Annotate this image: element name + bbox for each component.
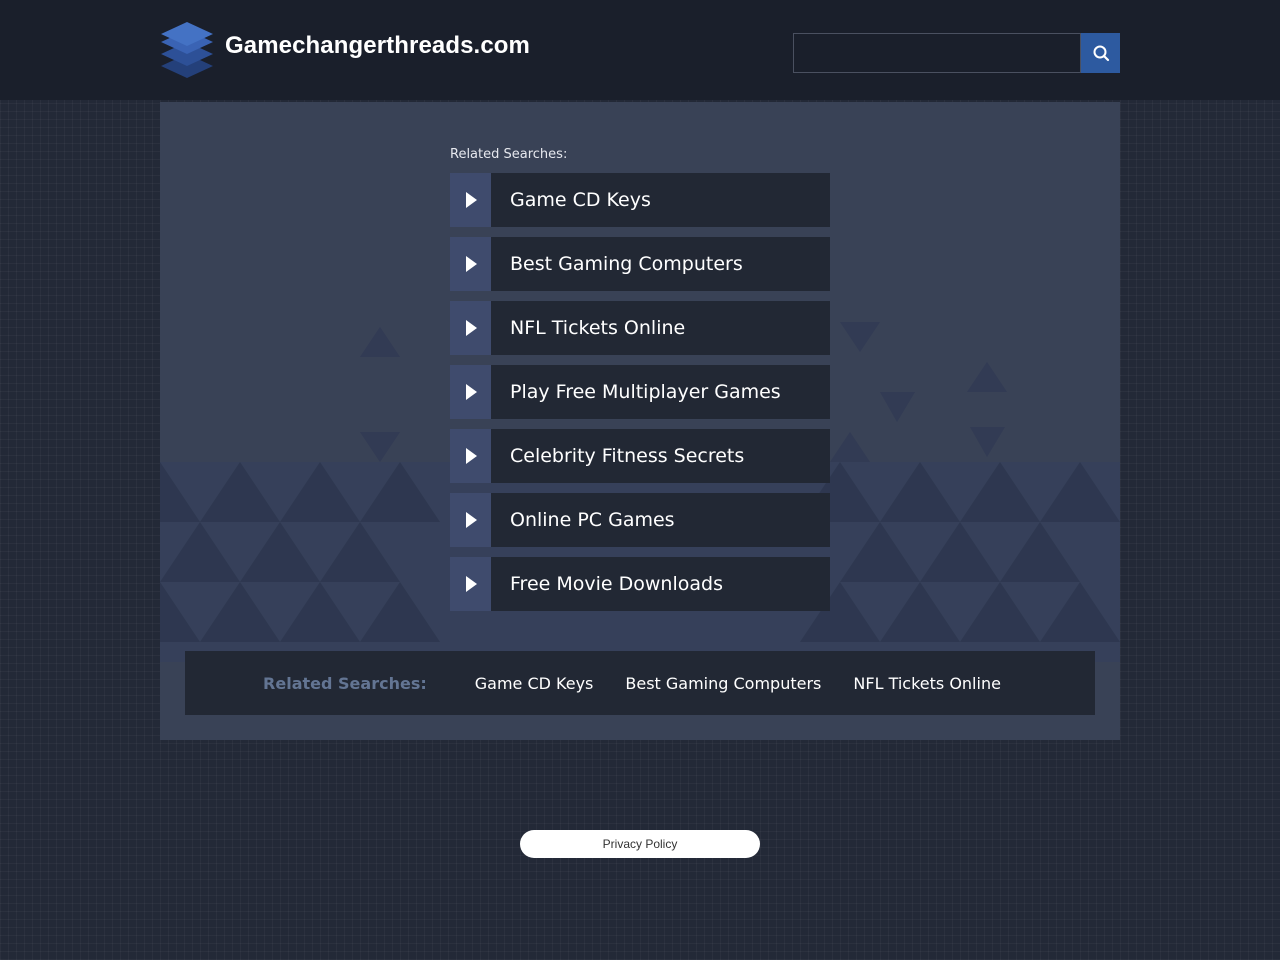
related-link-label: NFL Tickets Online [510, 317, 686, 339]
related-link-best-gaming-computers[interactable]: Best Gaming Computers [450, 237, 830, 291]
play-arrow-icon [465, 256, 477, 272]
related-link-online-pc-games[interactable]: Online PC Games [450, 493, 830, 547]
search-button[interactable] [1081, 33, 1120, 73]
privacy-policy-link[interactable]: Privacy Policy [520, 830, 760, 858]
site-header: Gamechangerthreads.com [0, 0, 1280, 100]
related-searches-bar-title: Related Searches: [263, 673, 427, 693]
site-name[interactable]: Gamechangerthreads.com [225, 32, 530, 60]
main-panel: Related Searches: Game CD Keys Best Gami… [160, 102, 1120, 740]
related-link-label: Online PC Games [510, 509, 675, 531]
related-link-free-movie-downloads[interactable]: Free Movie Downloads [450, 557, 830, 611]
arrow-box [450, 237, 491, 291]
arrow-box [450, 173, 491, 227]
related-links-list: Game CD Keys Best Gaming Computers NFL T… [450, 173, 830, 621]
play-arrow-icon [465, 512, 477, 528]
arrow-box [450, 493, 491, 547]
arrow-box [450, 301, 491, 355]
play-arrow-icon [465, 320, 477, 336]
play-arrow-icon [465, 576, 477, 592]
related-link-label: Game CD Keys [510, 189, 651, 211]
stacked-layers-logo-icon[interactable] [160, 20, 214, 80]
related-link-label: Best Gaming Computers [510, 253, 743, 275]
arrow-box [450, 429, 491, 483]
search-input[interactable] [793, 33, 1081, 73]
bar-link-game-cd-keys[interactable]: Game CD Keys [475, 674, 594, 693]
bar-link-nfl-tickets-online[interactable]: NFL Tickets Online [853, 674, 1001, 693]
play-arrow-icon [465, 448, 477, 464]
related-link-play-free-multiplayer-games[interactable]: Play Free Multiplayer Games [450, 365, 830, 419]
related-link-nfl-tickets-online[interactable]: NFL Tickets Online [450, 301, 830, 355]
related-searches-bar: Related Searches: Game CD Keys Best Gami… [185, 651, 1095, 715]
related-searches-heading: Related Searches: [450, 147, 568, 162]
related-link-label: Celebrity Fitness Secrets [510, 445, 745, 467]
arrow-box [450, 557, 491, 611]
play-arrow-icon [465, 192, 477, 208]
play-arrow-icon [465, 384, 477, 400]
related-link-celebrity-fitness-secrets[interactable]: Celebrity Fitness Secrets [450, 429, 830, 483]
arrow-box [450, 365, 491, 419]
bar-link-best-gaming-computers[interactable]: Best Gaming Computers [625, 674, 821, 693]
search-icon [1093, 45, 1109, 62]
related-link-game-cd-keys[interactable]: Game CD Keys [450, 173, 830, 227]
related-link-label: Free Movie Downloads [510, 573, 723, 595]
related-link-label: Play Free Multiplayer Games [510, 381, 781, 403]
